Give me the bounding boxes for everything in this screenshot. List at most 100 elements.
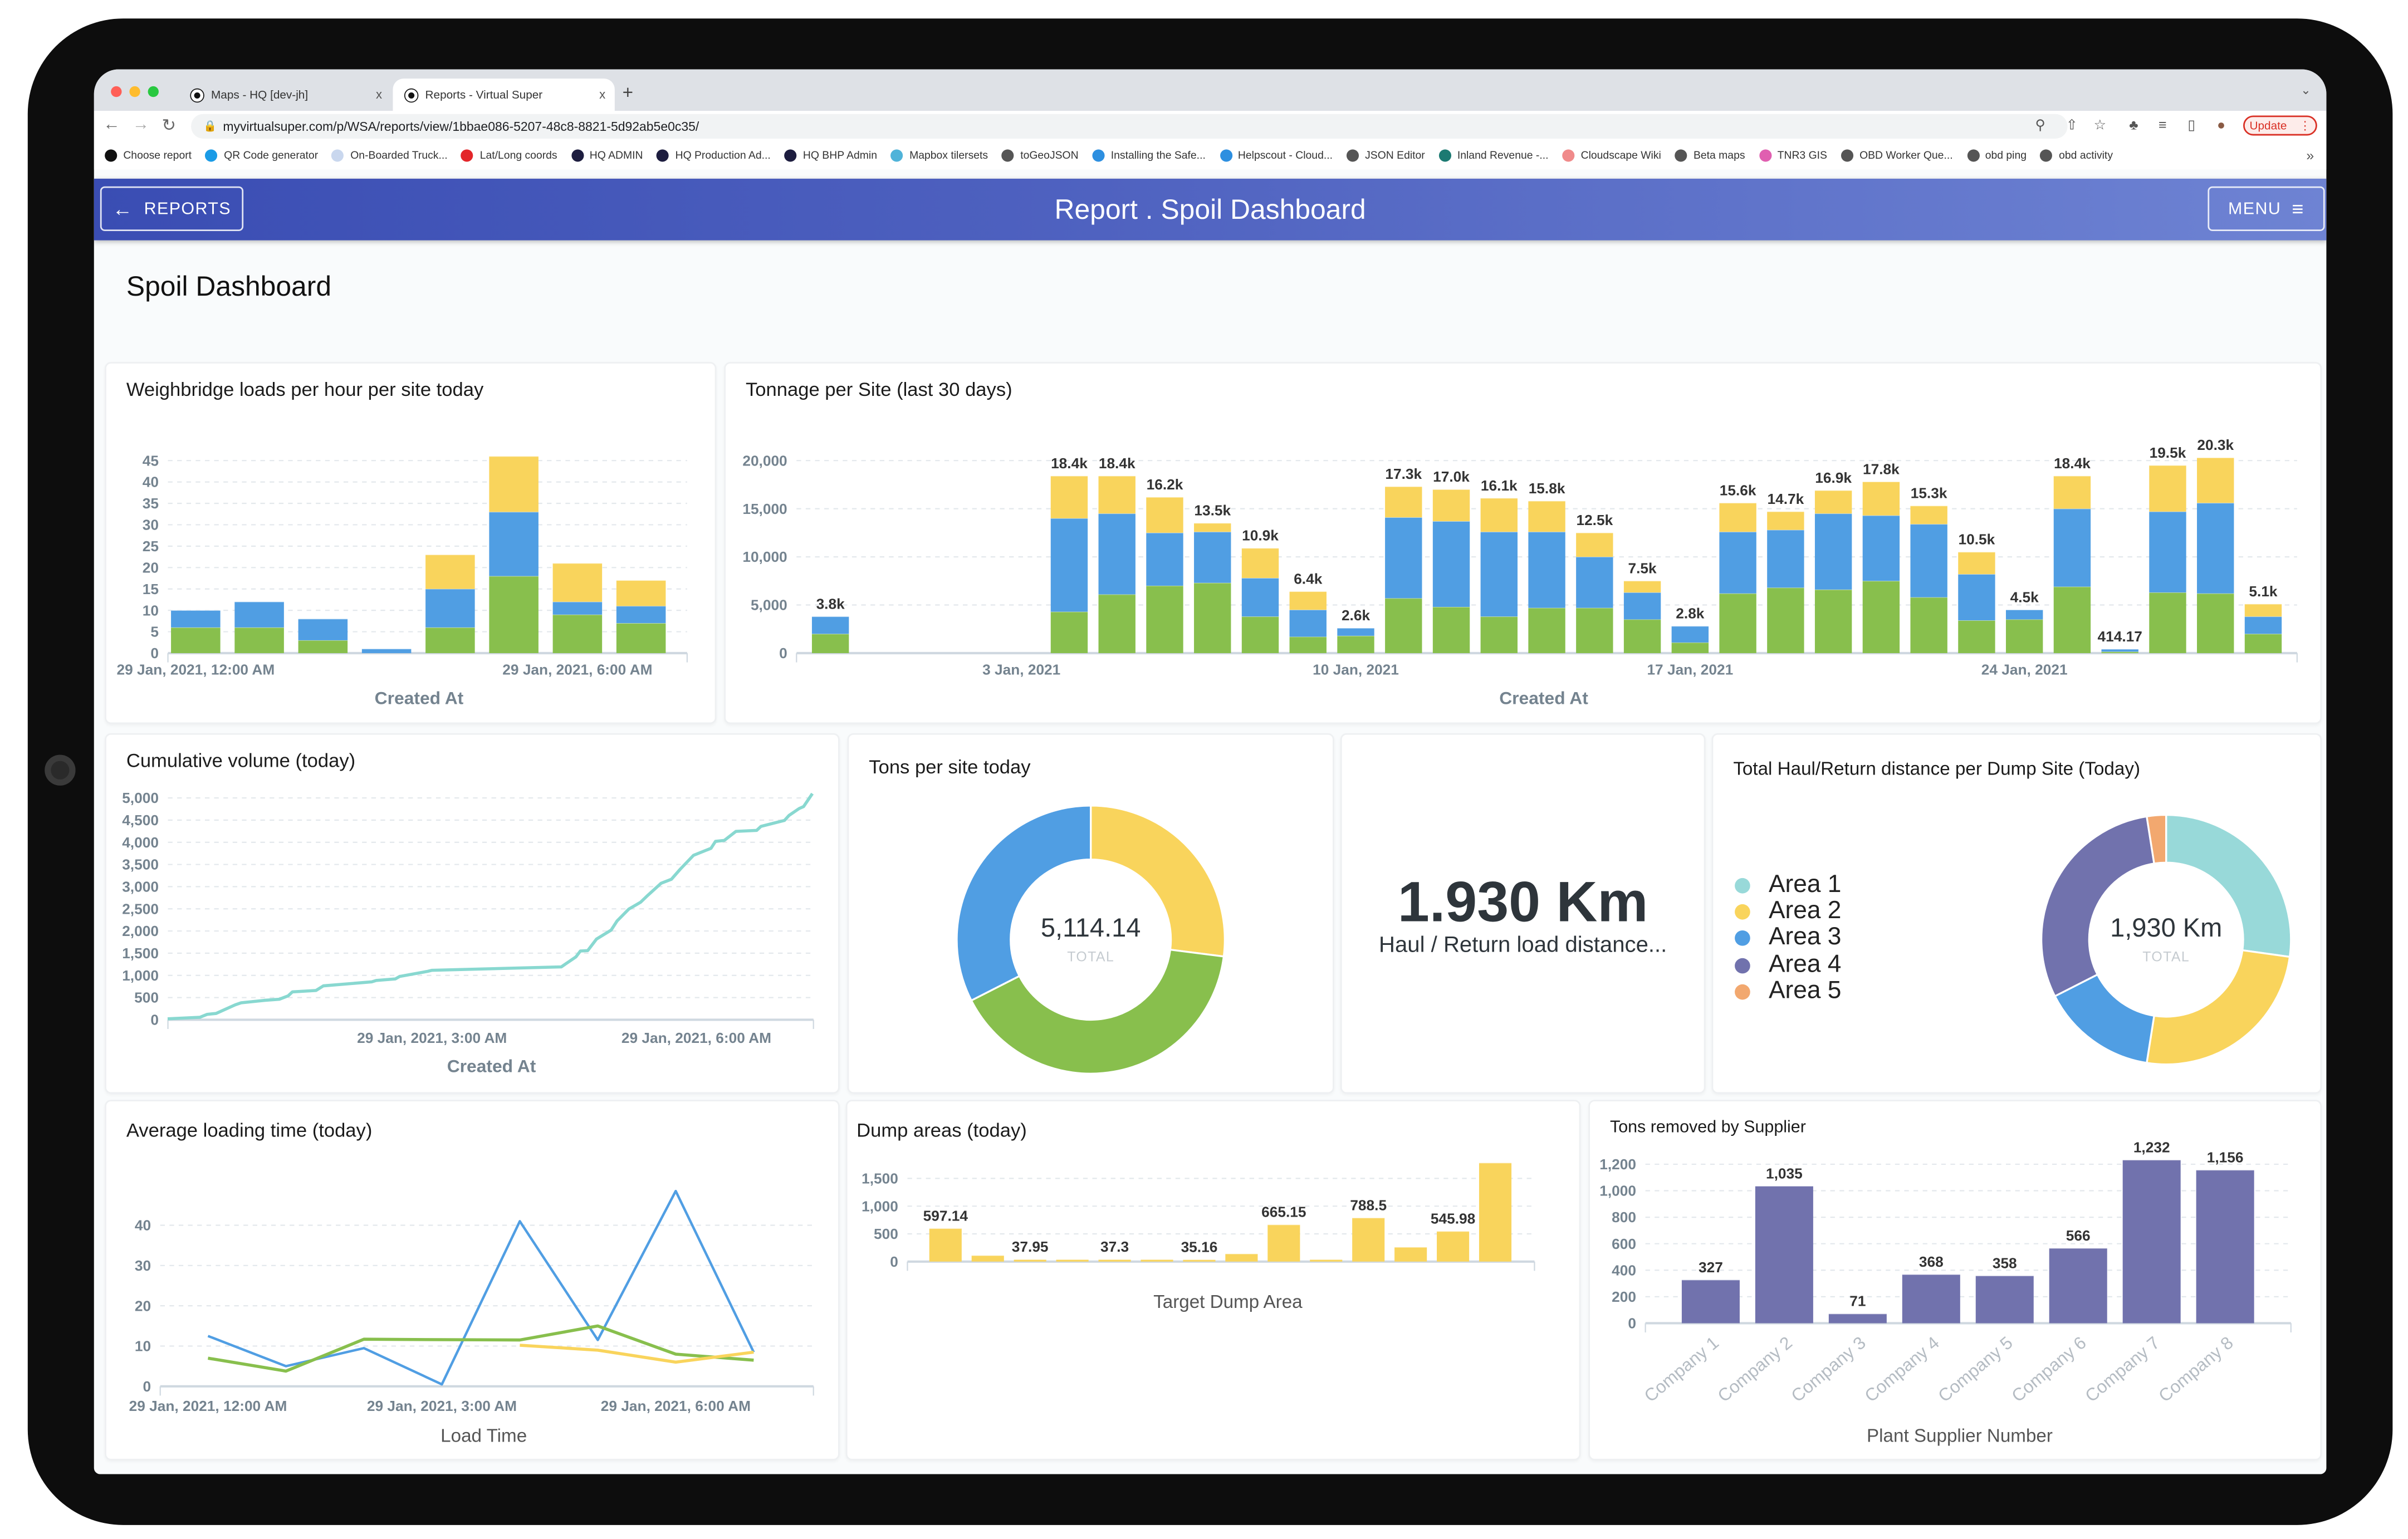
data-label: 7.5k xyxy=(1628,560,1657,576)
page-title: Spoil Dashboard xyxy=(126,271,332,302)
media-control-icon[interactable]: ≡ xyxy=(2159,117,2167,133)
tab-title: Maps - HQ [dev-jh] xyxy=(211,87,309,102)
profile-avatar-icon[interactable]: ● xyxy=(2217,117,2225,133)
bookmark-item[interactable]: Mapbox tilersets xyxy=(890,149,988,162)
bar-segment xyxy=(1385,517,1422,599)
url-input[interactable]: 🔒 myvirtualsuper.com/p/WSA/reports/view/… xyxy=(191,114,2068,139)
bar-segment xyxy=(1337,635,1374,653)
bar-segment xyxy=(1480,498,1518,532)
bookmark-item[interactable]: Choose report xyxy=(105,149,192,162)
data-label: 10.5k xyxy=(1959,531,1995,548)
tonnage-chart: 0 5,000 10,000 15,000 20,000 Created At 3.8k 18… xyxy=(742,437,2298,708)
data-label: 37.3 xyxy=(1100,1238,1129,1255)
bookmark-item[interactable]: Lat/Long coords xyxy=(461,149,557,162)
data-label: 1,035 xyxy=(1766,1165,1803,1182)
bookmark-item[interactable]: HQ Production Ad... xyxy=(657,149,771,162)
bookmark-item[interactable]: OBD Worker Que... xyxy=(1841,149,1953,162)
bookmark-label: Cloudscape Wiki xyxy=(1580,150,1661,161)
close-tab-icon[interactable]: x xyxy=(376,88,382,102)
kpi-value: 1.930 Km xyxy=(1397,870,1648,934)
bookmark-item[interactable]: On-Boarded Truck... xyxy=(332,149,448,162)
bar-segment xyxy=(2049,1248,2107,1324)
bookmark-favicon-icon xyxy=(1219,149,1232,162)
tab-search-chevron-icon[interactable]: ⌄ xyxy=(2301,83,2311,97)
close-tab-icon[interactable]: x xyxy=(599,88,605,102)
extensions-puzzle-icon[interactable]: ♣ xyxy=(2129,117,2138,133)
bookmark-item[interactable]: Cloudscape Wiki xyxy=(1562,149,1661,162)
close-window-button[interactable] xyxy=(111,86,122,97)
y-tick-label: 0 xyxy=(1628,1315,1636,1332)
bookmark-item[interactable]: Helpscout - Cloud... xyxy=(1219,149,1333,162)
bookmark-item[interactable]: Installing the Safe... xyxy=(1092,149,1206,162)
y-tick-label: 1,000 xyxy=(122,967,159,984)
bar-segment xyxy=(1480,532,1518,617)
bar-segment xyxy=(1480,616,1518,653)
bookmark-label: OBD Worker Que... xyxy=(1859,150,1953,161)
bar-segment xyxy=(1194,532,1231,583)
data-label: 788.5 xyxy=(1350,1197,1387,1213)
bookmark-item[interactable]: obd ping xyxy=(1966,149,2027,162)
tab-reports[interactable]: Reports - Virtual Super x xyxy=(393,79,615,111)
tab-bar: Maps - HQ [dev-jh] x Reports - Virtual S… xyxy=(94,69,2327,111)
data-label: 19.5k xyxy=(2150,444,2186,461)
reload-icon[interactable]: ↻ xyxy=(161,115,176,135)
bookmark-item[interactable]: QR Code generator xyxy=(205,149,318,162)
more-bookmarks-button[interactable]: » xyxy=(2306,148,2314,164)
bar-segment xyxy=(2149,592,2186,653)
menu-button[interactable]: MENU ≡ xyxy=(2208,186,2325,231)
y-tick-label: 3,500 xyxy=(122,856,159,873)
bar-segment xyxy=(616,580,666,606)
maximize-window-button[interactable] xyxy=(148,86,159,97)
donut-total-label: TOTAL xyxy=(1067,949,1114,964)
y-tick-label: 500 xyxy=(874,1226,898,1242)
y-tick-label: 4,500 xyxy=(122,812,159,829)
x-category-label: Company 7 xyxy=(2081,1332,2164,1406)
bar-segment xyxy=(1289,636,1327,653)
bar-segment xyxy=(1671,642,1709,653)
update-button[interactable]: Update ⋮ xyxy=(2243,115,2317,136)
minimize-window-button[interactable] xyxy=(129,86,140,97)
haul-distance-kpi-card: 1.930 Km Haul / Return load distance... xyxy=(1340,733,1706,1094)
back-arrow-icon[interactable]: ← xyxy=(103,115,120,134)
bookmark-favicon-icon xyxy=(784,149,797,162)
data-label: 1,156 xyxy=(2207,1149,2244,1166)
url-text: myvirtualsuper.com/p/WSA/reports/view/1b… xyxy=(223,119,699,134)
bookmark-item[interactable]: TNR3 GIS xyxy=(1759,149,1827,162)
data-label: 665.15 xyxy=(1261,1204,1306,1221)
bookmark-item[interactable]: Beta maps xyxy=(1675,149,1745,162)
x-axis-title: Created At xyxy=(447,1056,536,1076)
data-label: 17.8k xyxy=(1863,460,1900,477)
bookmark-item[interactable]: HQ BHP Admin xyxy=(784,149,877,162)
forward-arrow-icon[interactable]: → xyxy=(133,115,149,134)
bar-segment xyxy=(1528,501,1565,532)
bar-segment xyxy=(1241,616,1279,653)
bookmark-item[interactable]: toGeoJSON xyxy=(1002,149,1079,162)
data-label: 37.95 xyxy=(1012,1238,1049,1255)
y-tick-label: 15 xyxy=(143,581,159,597)
bookmark-item[interactable]: Inland Revenue -... xyxy=(1438,149,1549,162)
bookmark-item[interactable]: obd activity xyxy=(2040,149,2113,162)
bookmark-item[interactable]: HQ ADMIN xyxy=(571,149,643,162)
tab-maps[interactable]: Maps - HQ [dev-jh] x xyxy=(179,79,391,111)
bar-segment xyxy=(1975,1276,2034,1324)
data-label: 18.4k xyxy=(2054,455,2091,472)
share-icon[interactable]: ⇧ xyxy=(2066,117,2078,134)
bookmark-favicon-icon xyxy=(332,149,345,162)
x-tick-label: 29 Jan, 2021, 6:00 AM xyxy=(502,661,652,678)
x-tick-label: 29 Jan, 2021, 3:00 AM xyxy=(357,1030,507,1046)
bar-segment xyxy=(811,616,849,634)
bar-segment xyxy=(1098,513,1136,595)
weighbridge-chart-card: Weighbridge loads per hour per site toda… xyxy=(105,362,717,724)
tonnage-chart-card: Tonnage per Site (last 30 days) 0 5,000 10… xyxy=(724,362,2322,724)
bookmark-item[interactable]: JSON Editor xyxy=(1346,149,1425,162)
bar-segment xyxy=(1862,515,1900,581)
zoom-icon[interactable]: ⚲ xyxy=(2035,117,2045,134)
bookmark-star-icon[interactable]: ☆ xyxy=(2094,117,2106,134)
bar-segment xyxy=(1432,521,1470,607)
side-panel-icon[interactable]: ▯ xyxy=(2187,117,2195,134)
new-tab-button[interactable]: + xyxy=(623,82,633,104)
data-label: 414.17 xyxy=(2098,628,2142,645)
bar-segment xyxy=(1767,587,1804,653)
y-tick-label: 4,000 xyxy=(122,834,159,851)
bar-segment xyxy=(1576,557,1613,608)
